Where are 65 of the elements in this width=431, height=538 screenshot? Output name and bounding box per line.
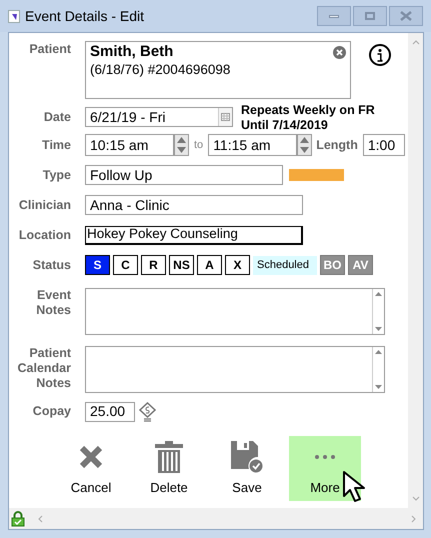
date-field[interactable]: 6/21/19 - Fri <box>85 107 233 127</box>
field-label: Type <box>42 168 71 182</box>
field-label: Length <box>316 136 358 154</box>
type-field[interactable]: Follow Up <box>85 165 283 185</box>
length-field[interactable]: 1:00 <box>362 134 405 156</box>
up-arrow-icon[interactable] <box>177 137 186 143</box>
copay-field[interactable]: 25.00 <box>85 402 135 422</box>
status-button[interactable]: A <box>197 255 222 275</box>
scroll-down-icon[interactable] <box>375 327 382 331</box>
start-time-field[interactable]: 10:15 am <box>85 134 174 156</box>
end-time-field[interactable]: 11:15 am <box>208 134 298 156</box>
action-button[interactable]: Delete <box>133 436 205 501</box>
field-label: Event Notes <box>35 288 71 318</box>
patient-field[interactable]: Smith, Beth (6/18/76) #2004696098 <box>85 41 351 99</box>
x-icon <box>79 444 103 469</box>
patient-calendar-notes-field[interactable] <box>85 346 385 393</box>
scroll-up-icon[interactable] <box>375 350 382 354</box>
scroll-up-icon[interactable] <box>412 39 420 45</box>
status-button[interactable]: X <box>225 255 250 275</box>
app-icon <box>8 10 20 22</box>
scroll-right-icon[interactable] <box>411 514 417 522</box>
scroll-down-icon[interactable] <box>412 496 420 502</box>
field-label: Date <box>42 110 71 124</box>
down-arrow-icon[interactable] <box>177 147 186 153</box>
minimize-button[interactable] <box>317 6 351 26</box>
field-label: Status <box>32 258 71 272</box>
trash-icon <box>155 440 183 473</box>
status-text: Scheduled <box>253 256 317 274</box>
down-arrow-icon[interactable] <box>300 147 310 153</box>
close-button[interactable] <box>389 6 423 26</box>
payment-icon[interactable] <box>139 402 156 422</box>
spinner-control[interactable] <box>174 134 189 156</box>
field-label: Copay <box>32 404 71 419</box>
up-arrow-icon[interactable] <box>300 137 310 143</box>
field-label: Time <box>41 138 71 152</box>
patient-name: Smith, Beth <box>90 43 174 61</box>
action-button[interactable]: Save <box>211 436 283 501</box>
time-separator: to <box>194 138 204 153</box>
scroll-down-icon[interactable] <box>375 385 382 389</box>
patient-details: (6/18/76) #2004696098 <box>90 61 232 78</box>
location-field[interactable]: Hokey Pokey Counseling <box>85 226 303 244</box>
close-icon <box>400 11 412 21</box>
calendar-icon[interactable] <box>218 108 232 126</box>
field-label: Patient Calendar Notes <box>16 346 71 391</box>
scroll-left-icon[interactable] <box>37 514 43 522</box>
event-notes-field[interactable] <box>85 288 385 335</box>
action-button[interactable]: Cancel <box>55 436 127 501</box>
lock-icon <box>11 510 25 526</box>
field-label: Location <box>18 228 71 242</box>
status-button[interactable]: C <box>113 255 138 275</box>
clinician-field[interactable]: Anna - Clinic <box>85 195 303 215</box>
status-button[interactable]: NS <box>169 255 194 275</box>
scroll-up-icon[interactable] <box>375 292 382 296</box>
spinner-control[interactable] <box>297 134 312 156</box>
window-title: Event Details - Edit <box>25 6 144 26</box>
more-icon <box>314 454 336 460</box>
status-button[interactable]: S <box>85 255 110 275</box>
field-label: Patient <box>28 41 71 57</box>
clear-icon[interactable] <box>333 46 346 59</box>
recurrence-text: Repeats Weekly on FR Until 7/14/2019 <box>241 103 376 133</box>
maximize-button[interactable] <box>353 6 387 26</box>
field-label: Clinician <box>18 198 71 212</box>
floppy-disk-icon <box>231 440 263 473</box>
info-icon[interactable] <box>369 44 391 66</box>
status-button[interactable]: R <box>141 255 166 275</box>
